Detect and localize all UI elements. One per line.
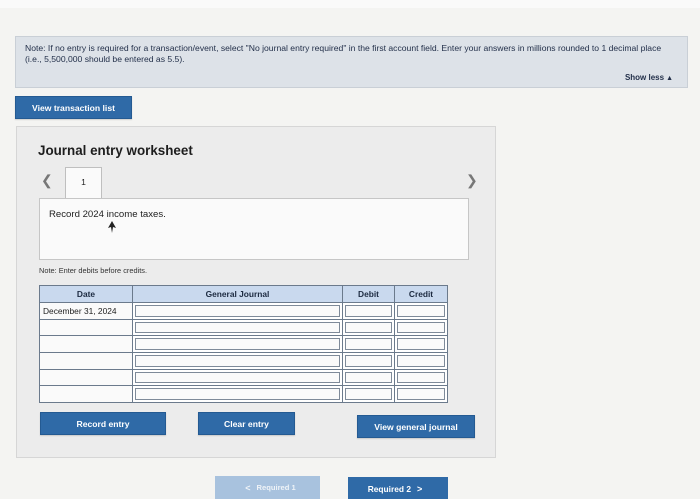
debit-input[interactable] bbox=[342, 352, 395, 370]
account-input[interactable] bbox=[132, 385, 343, 404]
table-row bbox=[39, 335, 448, 354]
chevron-right-icon: > bbox=[417, 483, 423, 494]
account-input[interactable] bbox=[132, 302, 343, 320]
credit-input[interactable] bbox=[394, 335, 448, 354]
record-entry-button[interactable]: Record entry bbox=[40, 412, 166, 435]
credit-input[interactable] bbox=[394, 302, 448, 320]
debit-input[interactable] bbox=[342, 368, 395, 387]
chevron-left-icon[interactable]: ❮ bbox=[41, 172, 53, 189]
required-2-label: Required 2 bbox=[367, 483, 412, 494]
date-cell[interactable] bbox=[39, 318, 133, 337]
transaction-description-box: Record 2024 income taxes. bbox=[39, 198, 469, 260]
tab-transaction-1[interactable]: 1 bbox=[65, 167, 102, 199]
view-general-journal-button[interactable]: View general journal bbox=[357, 415, 475, 438]
account-input[interactable] bbox=[132, 368, 343, 387]
credit-input[interactable] bbox=[394, 368, 448, 387]
debits-before-credits-note: Note: Enter debits before credits. bbox=[39, 266, 148, 275]
date-cell[interactable] bbox=[39, 385, 133, 404]
date-cell[interactable]: December 31, 2024 bbox=[39, 302, 133, 320]
date-cell[interactable] bbox=[39, 368, 133, 387]
instructions-text: Note: If no entry is required for a tran… bbox=[25, 43, 662, 64]
header-debit: Debit bbox=[342, 285, 395, 303]
worksheet-title: Journal entry worksheet bbox=[38, 143, 193, 158]
credit-input[interactable] bbox=[394, 385, 448, 404]
triangle-up-icon: ▲ bbox=[666, 75, 673, 82]
required-1-button[interactable]: < Required 1 bbox=[215, 476, 320, 499]
table-row bbox=[39, 368, 448, 387]
account-input[interactable] bbox=[132, 352, 343, 370]
show-less-toggle[interactable]: Show less ▲ bbox=[625, 73, 673, 82]
debit-input[interactable] bbox=[342, 302, 395, 320]
date-cell[interactable] bbox=[39, 335, 133, 354]
view-transaction-list-button[interactable]: View transaction list bbox=[15, 96, 132, 119]
header-general-journal: General Journal bbox=[132, 285, 343, 303]
table-row bbox=[39, 385, 448, 404]
show-less-label: Show less bbox=[624, 73, 665, 82]
top-cut-strip bbox=[0, 0, 700, 8]
header-credit: Credit bbox=[394, 285, 448, 303]
account-input[interactable] bbox=[132, 318, 343, 337]
table-row bbox=[39, 352, 448, 370]
chevron-left-icon: < bbox=[245, 482, 251, 493]
header-date: Date bbox=[39, 285, 133, 303]
transaction-description: Record 2024 income taxes. bbox=[49, 209, 166, 220]
table-row: December 31, 2024 bbox=[39, 302, 448, 320]
debit-input[interactable] bbox=[342, 318, 395, 337]
chevron-right-icon[interactable]: ❯ bbox=[466, 172, 478, 189]
clear-entry-button[interactable]: Clear entry bbox=[198, 412, 295, 435]
required-1-label: Required 1 bbox=[256, 483, 296, 492]
mouse-cursor-icon bbox=[108, 221, 116, 233]
table-row bbox=[39, 318, 448, 337]
table-header-row: Date General Journal Debit Credit bbox=[39, 285, 448, 303]
credit-input[interactable] bbox=[394, 318, 448, 337]
date-cell[interactable] bbox=[39, 352, 133, 370]
credit-input[interactable] bbox=[394, 352, 448, 370]
journal-entry-table: Date General Journal Debit Credit Decemb… bbox=[39, 285, 448, 404]
instructions-banner: Note: If no entry is required for a tran… bbox=[15, 36, 688, 88]
debit-input[interactable] bbox=[342, 335, 395, 354]
debit-input[interactable] bbox=[342, 385, 395, 404]
account-input[interactable] bbox=[132, 335, 343, 354]
tab-label: 1 bbox=[81, 177, 86, 187]
required-2-button[interactable]: Required 2 > bbox=[348, 477, 448, 499]
journal-entry-worksheet-panel: Journal entry worksheet ❮ 1 ❯ Record 202… bbox=[16, 126, 496, 458]
